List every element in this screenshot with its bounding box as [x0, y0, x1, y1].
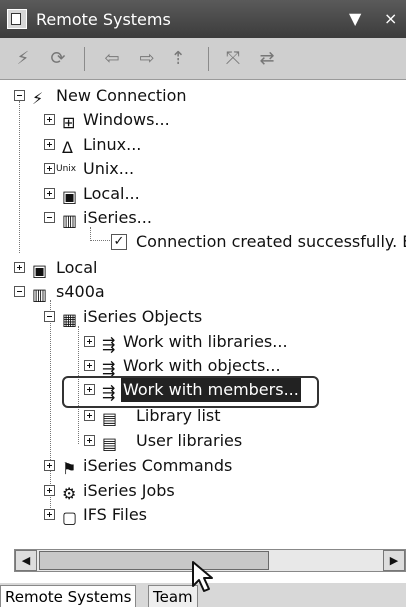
- tree-label: Local...: [83, 184, 140, 203]
- computer-icon: ▣: [62, 187, 78, 206]
- expand-toggle[interactable]: [84, 435, 95, 446]
- collapse-toggle[interactable]: [14, 286, 25, 297]
- new-connection-icon: ⚡: [32, 89, 44, 108]
- close-button[interactable]: ×: [384, 9, 397, 28]
- library-list-icon: ▤: [102, 409, 118, 428]
- toolbar-separator: [208, 47, 209, 71]
- tree-label: Unix...: [83, 159, 135, 178]
- iseries-icon: ▥: [62, 211, 78, 230]
- expand-toggle[interactable]: [44, 509, 55, 520]
- view-title-bar: Remote Systems ▼ ×: [0, 0, 406, 38]
- tab-remote-systems[interactable]: Remote Systems: [0, 585, 137, 607]
- remote-systems-icon: [7, 9, 27, 29]
- windows-icon: ⊞: [62, 113, 76, 132]
- mouse-cursor-icon: [192, 561, 213, 592]
- callout-highlight-box: [62, 376, 319, 408]
- work-with-objects-icon: ⇶: [102, 359, 116, 378]
- scroll-right-icon[interactable]: ▶: [383, 550, 405, 571]
- tree-label: New Connection: [56, 86, 187, 105]
- expand-toggle[interactable]: [44, 163, 55, 174]
- unix-icon: Unix: [56, 164, 77, 174]
- refresh-icon[interactable]: ⟳: [47, 48, 69, 70]
- tree-line: [90, 240, 110, 242]
- tree-label: iSeries Commands: [83, 456, 233, 475]
- expand-toggle[interactable]: [84, 360, 95, 371]
- tree-label: Windows...: [83, 110, 170, 129]
- toolbar: ⚡ ⟳ ⇦ ⇨ ⇡ ⤧ ⇄: [0, 38, 406, 80]
- up-icon[interactable]: ⇡: [167, 48, 189, 70]
- tree-label: iSeries...: [83, 208, 152, 227]
- tree-line: [19, 101, 21, 253]
- back-icon[interactable]: ⇦: [101, 48, 123, 70]
- forward-icon[interactable]: ⇨: [136, 48, 158, 70]
- expand-toggle[interactable]: [44, 460, 55, 471]
- collapse-toggle[interactable]: [14, 90, 25, 101]
- collapse-toggle[interactable]: [44, 311, 55, 322]
- expand-toggle[interactable]: [44, 485, 55, 496]
- tree-label: Connection created successfully. Exp: [136, 232, 406, 251]
- scroll-thumb[interactable]: [39, 551, 269, 570]
- tree-label: Work with libraries...: [123, 332, 288, 351]
- remote-systems-tree: ⚡ New Connection ⊞ Windows... Δ Linux...…: [8, 82, 406, 549]
- collapse-all-icon[interactable]: ⤧: [222, 48, 244, 70]
- expand-toggle[interactable]: [14, 262, 25, 273]
- computer-icon: ▣: [32, 261, 48, 280]
- expand-toggle[interactable]: [84, 410, 95, 421]
- expand-toggle[interactable]: [44, 139, 55, 150]
- check-icon[interactable]: ✓: [111, 234, 127, 250]
- tree-label: IFS Files: [83, 505, 147, 524]
- view-menu-button[interactable]: ▼: [349, 9, 361, 28]
- ifs-files-icon: ▢: [62, 508, 78, 527]
- tree-label: Linux...: [83, 135, 142, 154]
- commands-icon: ⚑: [62, 459, 77, 478]
- link-icon[interactable]: ⇄: [256, 48, 278, 70]
- user-libraries-icon: ▤: [102, 434, 118, 453]
- tree-label: User libraries: [136, 431, 243, 450]
- iseries-icon: ▥: [32, 285, 48, 304]
- iseries-objects-icon: ▦: [62, 310, 78, 329]
- expand-toggle[interactable]: [44, 114, 55, 125]
- tree-line: [50, 300, 52, 514]
- tree-label: Local: [56, 258, 98, 277]
- tree-line: [90, 227, 92, 239]
- expand-toggle[interactable]: [84, 336, 95, 347]
- linux-icon: Δ: [62, 138, 73, 157]
- work-with-libraries-icon: ⇶: [102, 335, 116, 354]
- collapse-toggle[interactable]: [44, 212, 55, 223]
- tree-label: Work with objects...: [123, 356, 281, 375]
- jobs-icon: ⚙: [62, 484, 77, 503]
- expand-toggle[interactable]: [44, 188, 55, 199]
- view-title: Remote Systems: [36, 10, 171, 29]
- tree-label: s400a: [56, 282, 105, 301]
- tree-label: iSeries Objects: [83, 307, 203, 326]
- toolbar-separator: [84, 47, 85, 71]
- new-connection-icon[interactable]: ⚡: [12, 48, 34, 70]
- scroll-left-icon[interactable]: ◀: [15, 550, 37, 571]
- tree-label: iSeries Jobs: [83, 481, 175, 500]
